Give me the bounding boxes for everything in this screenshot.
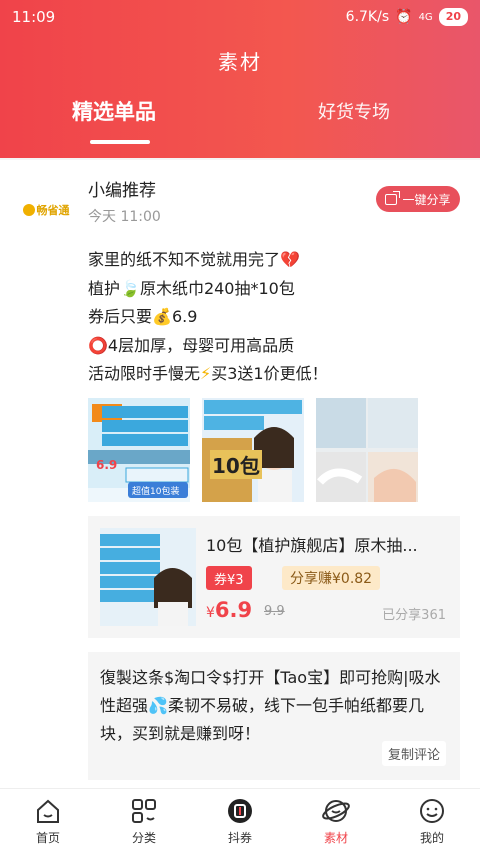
post-line: 活动限时手慢无 [88,364,201,383]
post-line: 券后只要 [88,307,153,326]
product-title: 10包【植护旗舰店】原木抽... [206,536,418,555]
tab-special-label: 好货专场 [318,102,390,123]
share-label: 一键分享 [402,192,451,207]
tab-active-indicator [90,140,150,144]
product-card[interactable]: 10包【植护旗舰店】原木抽... 券¥3 分享赚¥0.82 ¥6.9 9.9 已… [88,516,460,638]
product-image[interactable]: 超值10包装 6.9 [88,398,190,502]
avatar-text: 畅省通 [36,204,70,217]
douquan-icon [228,799,252,823]
image-badge: 10包 [210,450,262,479]
status-network: 4G [418,11,433,23]
tab-profile[interactable]: 我的 [384,789,480,853]
post-images: 超值10包装 6.9 10包 [88,398,418,502]
product-image[interactable] [316,398,418,502]
price: ¥6.9 [206,598,252,622]
coupon-label: 券¥3 [206,566,252,590]
coupon-badge: 券¥3 [206,566,252,590]
copy-comment-button[interactable]: 复制评论 [381,741,446,766]
money-bag-icon: 💰 [152,307,172,326]
tab-featured-label: 精选单品 [72,100,156,124]
status-speed: 6.7K/s [345,9,390,25]
category-icon [132,799,156,823]
alarm-icon: ⏰ [395,9,413,25]
water-drop-icon: 💦 [148,696,168,715]
bottom-tab-bar: 首页 分类 抖券 素材 我的 [0,788,480,853]
original-price: 9.9 [264,604,285,619]
image-tag: 超值10包装 [132,487,180,497]
page-title: 素材 [218,50,262,74]
price-symbol: ¥ [206,605,215,621]
post-line: 原木纸巾240抽*10包 [139,278,295,298]
product-thumbnail [100,528,196,626]
share-earn-badge: 分享赚¥0.82 [282,566,381,590]
image-price: 6.9 [96,458,118,472]
one-click-share-button[interactable]: 一键分享 [376,186,460,212]
material-icon [322,800,350,822]
status-bar: 11:09 6.7K/s ⏰ 4G 20 [0,0,480,34]
post-time: 今天 11:00 [88,209,161,225]
post-card: 畅省通 小编推荐 今天 11:00 一键分享 家里的纸不知不觉就用完了💔 植护🍃… [0,160,480,788]
post-line: 买3送1价更低！ [211,364,328,383]
share-icon [385,190,401,205]
tab-label: 抖券 [227,831,252,845]
author-name: 小编推荐 [88,181,156,201]
post-line: 4层加厚，母婴可用高品质 [107,335,295,355]
profile-icon [420,799,444,823]
tab-home[interactable]: 首页 [0,789,96,853]
tab-special[interactable]: 好货专场 [318,98,390,124]
post-text: 家里的纸不知不觉就用完了💔 植护🍃原木纸巾240抽*10包 券后只要💰6.9 ⭕… [88,246,328,389]
battery-icon: 20 [438,8,468,26]
red-circle-icon: ⭕ [88,335,108,355]
tab-label: 分类 [131,831,156,845]
status-time: 11:09 [12,8,56,26]
avatar: 畅省通 [20,184,72,236]
product-image[interactable]: 10包 [202,398,304,502]
lightning-icon: ⚡ [200,364,212,383]
leaf-icon: 🍃 [120,278,140,298]
post-line: 6.9 [171,307,198,326]
tab-category[interactable]: 分类 [96,789,192,853]
tab-label: 我的 [419,831,444,845]
app-header: 11:09 6.7K/s ⏰ 4G 20 素材 精选单品 好货专场 [0,0,480,158]
tab-label: 首页 [35,831,60,845]
tab-featured[interactable]: 精选单品 [72,96,156,144]
tab-label: 素材 [323,831,348,845]
top-tabs: 精选单品 好货专场 [0,96,480,144]
tab-douquan[interactable]: 抖券 [192,789,288,853]
broken-heart-icon: 💔 [280,250,300,269]
post-line: 植护 [88,278,121,298]
tab-material[interactable]: 素材 [288,789,384,853]
home-icon [37,799,59,823]
copy-comment-box: 復製这条$淘口令$打开【Tao宝】即可抢购|吸水性超强💦柔韧不易破，线下一包手帕… [88,652,460,780]
price-value: 6.9 [214,598,253,622]
shared-count: 已分享361 [382,608,446,623]
post-line: 家里的纸不知不觉就用完了 [88,250,281,269]
copy-text: 復製这条$淘口令$打开【Tao宝】即可抢购|吸水性超强💦柔韧不易破，线下一包手帕… [100,664,454,748]
logo-icon [22,204,35,216]
